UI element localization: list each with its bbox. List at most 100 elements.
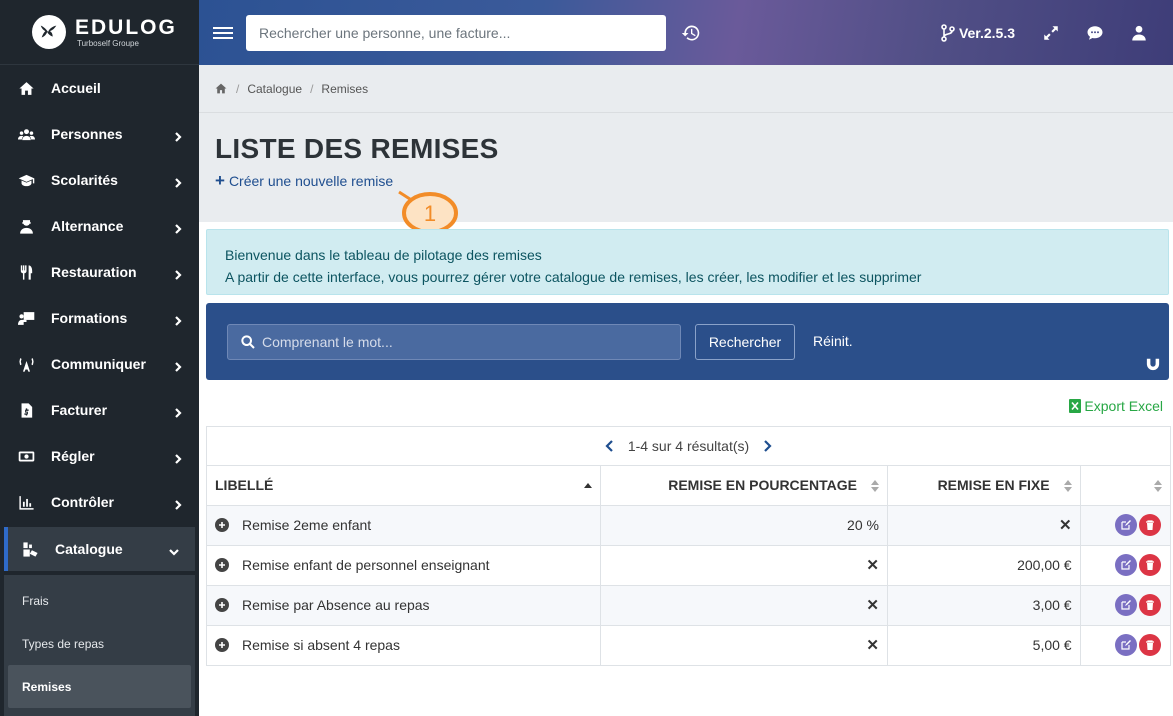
bar-chart-icon [17,493,35,511]
info-alert: Bienvenue dans le tableau de pilotage de… [206,229,1169,295]
breadcrumb: / Catalogue / Remises [199,65,1173,113]
sidebar-item-label: Contrôler [51,494,114,510]
chevron-right-icon [173,129,183,142]
delete-button[interactable] [1139,554,1161,576]
sidebar-item-label: Facturer [51,402,108,418]
sidebar-item-formations[interactable]: Formations [0,295,199,341]
breadcrumb-separator: / [236,81,240,96]
pagination: 1-4 sur 4 résultat(s) [207,427,1170,466]
search-button[interactable]: Rechercher [695,324,795,360]
graduation-cap-icon [17,171,35,189]
create-remise-link[interactable]: + Créer une nouvelle remise [215,172,393,189]
sidebar-item-accueil[interactable]: Accueil [0,65,199,111]
catalogue-icon [21,540,39,558]
export-excel-button[interactable]: Export Excel [1069,398,1163,414]
catalogue-submenu: Frais Types de repas Remises [4,575,195,716]
brand[interactable]: EDULOG Turboself Groupe [0,0,199,65]
table-row: Remise si absent 4 repas ✕ 5,00 € [207,625,1170,665]
chevron-right-icon [173,359,183,372]
column-header-actions[interactable] [1080,466,1170,506]
breadcrumb-separator: / [310,81,314,96]
edit-icon [1121,600,1131,610]
chevron-left-icon[interactable] [604,439,616,453]
trash-icon [1146,520,1154,530]
sidebar-subitem-types-de-repas[interactable]: Types de repas [8,622,191,665]
sidebar-item-label: Catalogue [55,541,123,557]
trash-icon [1146,640,1154,651]
filter-panel: Rechercher Réinit. [206,303,1169,380]
sidebar-item-label: Personnes [51,126,123,142]
topbar: Ver.2.5.3 [199,0,1173,65]
remises-table: 1-4 sur 4 résultat(s) LIBELLÉ REMISE EN … [206,426,1171,666]
row-fixe: 3,00 € [887,585,1081,626]
delete-button[interactable] [1139,594,1161,616]
expand-row-icon[interactable] [215,558,229,572]
chevron-down-icon [169,544,179,556]
column-header-fixe[interactable]: REMISE EN FIXE [887,466,1081,506]
chevron-right-icon[interactable] [761,439,773,453]
sidebar-subitem-remises[interactable]: Remises [8,665,191,708]
delete-button[interactable] [1139,634,1161,657]
main-content: / Catalogue / Remises LISTE DES REMISES … [199,65,1173,716]
filter-search-field[interactable] [227,324,681,360]
step-callout: 1 [398,190,458,234]
edit-button[interactable] [1115,554,1137,576]
sidebar-item-personnes[interactable]: Personnes [0,111,199,157]
column-header-libelle[interactable]: LIBELLÉ [207,466,602,506]
bird-logo-icon [32,15,66,49]
broadcast-icon [17,355,35,373]
chevron-right-icon [173,451,183,464]
breadcrumb-catalogue[interactable]: Catalogue [247,82,302,96]
sort-icon [1154,480,1162,492]
search-icon [241,335,255,349]
sidebar: EDULOG Turboself Groupe Accueil Personne… [0,0,199,716]
sidebar-item-facturer[interactable]: Facturer [0,387,199,433]
hamburger-menu-icon[interactable] [213,24,233,42]
filter-search-input[interactable] [262,334,662,350]
row-fixe: 200,00 € [887,545,1081,586]
sidebar-item-alternance[interactable]: Alternance [0,203,199,249]
sidebar-item-restauration[interactable]: Restauration [0,249,199,295]
global-search-input[interactable] [246,14,666,51]
chevron-right-icon [173,221,183,234]
sidebar-item-controler[interactable]: Contrôler [0,479,199,525]
history-icon[interactable] [681,23,701,43]
sidebar-subitem-frais[interactable]: Frais [8,579,191,622]
expand-row-icon[interactable] [215,598,229,612]
chevron-right-icon [173,405,183,418]
sidebar-item-label: Régler [51,448,95,464]
edit-button[interactable] [1115,514,1137,536]
row-fixe: ✕ [1059,517,1072,534]
row-label: Remise enfant de personnel enseignant [242,557,490,573]
reset-button[interactable]: Réinit. [813,333,853,349]
sidebar-item-label: Accueil [51,80,101,96]
version-button[interactable]: Ver.2.5.3 [941,23,1015,42]
row-label: Remise par Absence au repas [242,597,430,613]
edit-button[interactable] [1115,594,1137,616]
home-icon [17,79,35,97]
sidebar-item-catalogue[interactable]: Catalogue [4,527,195,571]
chalkboard-teacher-icon [17,309,35,327]
chat-icon[interactable] [1085,23,1105,43]
table-row: Remise enfant de personnel enseignant ✕ … [207,545,1170,586]
sidebar-item-regler[interactable]: Régler [0,433,199,479]
home-icon[interactable] [214,82,228,95]
column-header-pourcentage[interactable]: REMISE EN POURCENTAGE [600,466,888,506]
trash-icon [1146,600,1154,610]
sidebar-item-scolarites[interactable]: Scolarités [0,157,199,203]
expand-row-icon[interactable] [215,518,229,532]
sidebar-item-label: Alternance [51,218,124,234]
row-fixe: 5,00 € [887,625,1081,665]
delete-button[interactable] [1139,514,1161,536]
sidebar-item-label: Scolarités [51,172,118,188]
magnet-icon[interactable] [1146,357,1160,371]
expand-row-icon[interactable] [215,638,229,653]
page-title: LISTE DES REMISES [215,133,499,164]
sidebar-item-communiquer[interactable]: Communiquer [0,341,199,387]
user-icon[interactable] [1129,23,1149,43]
column-header-label: LIBELLÉ [215,477,274,494]
edit-button[interactable] [1115,634,1137,657]
expand-icon[interactable] [1041,23,1061,43]
column-header-label: REMISE EN FIXE [937,477,1050,494]
brand-name: EDULOG [75,15,177,39]
